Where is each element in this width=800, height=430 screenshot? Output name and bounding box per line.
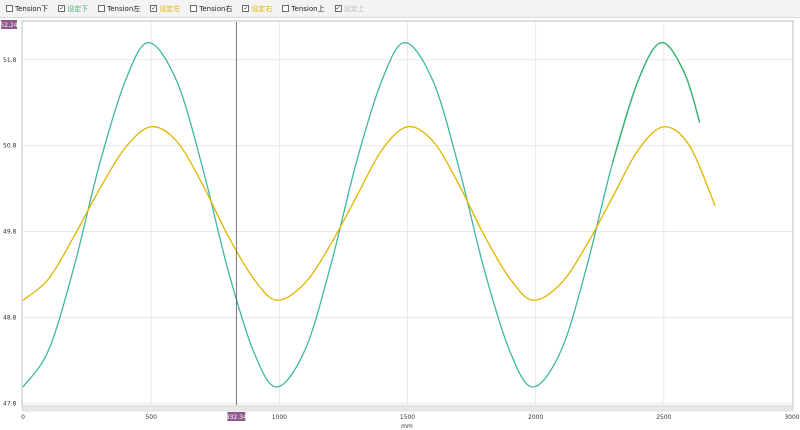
horizontal-scrollbar[interactable] — [21, 405, 794, 412]
x-tick-label: 1500 — [400, 414, 415, 421]
x-tick-label: 1000 — [272, 414, 287, 421]
x-tick-label: 500 — [145, 414, 157, 421]
tension-chart[interactable]: 832.34 52.24 0 500 1000 1500 2000 2500 3000 47.… — [0, 0, 800, 430]
y-tick-label: 50.8 — [3, 143, 17, 150]
x-tick-label: 2500 — [656, 414, 671, 421]
x-tick-label: 3000 — [784, 414, 799, 421]
x-tick-label: 2000 — [528, 414, 543, 421]
y-tick-label: 51.8 — [3, 57, 17, 64]
x-tick-label: 0 — [21, 414, 25, 421]
x-axis-label: mm — [401, 423, 413, 430]
cursor-y-label: 52.24 — [0, 22, 17, 29]
cursor-x-label: 832.34 — [226, 414, 247, 421]
y-tick-label: 49.8 — [3, 229, 17, 236]
y-tick-label: 48.8 — [3, 314, 17, 321]
y-tick-label: 47.8 — [3, 400, 17, 407]
